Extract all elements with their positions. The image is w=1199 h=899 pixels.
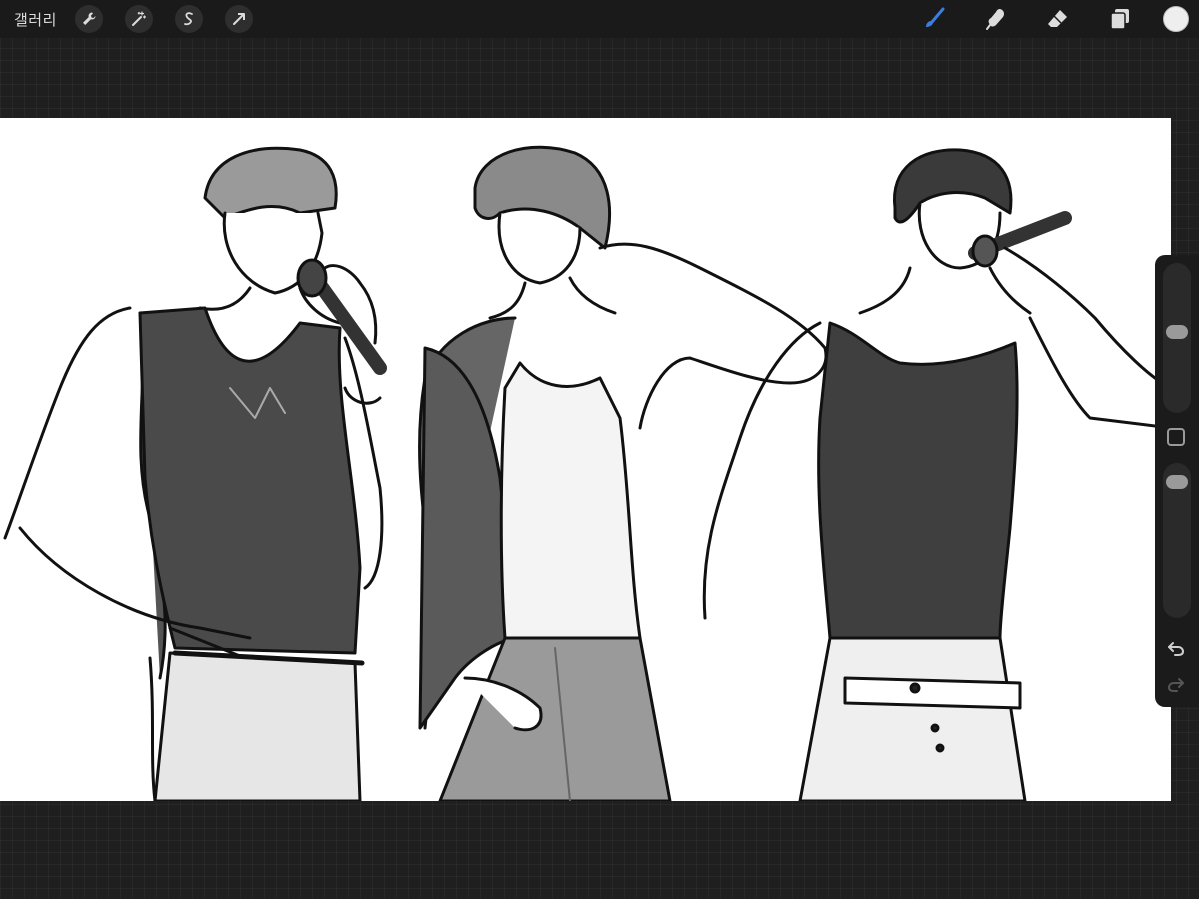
opacity-slider[interactable] xyxy=(1163,463,1191,618)
selection-icon xyxy=(184,12,193,26)
undo-icon xyxy=(1168,642,1185,656)
actions-button[interactable] xyxy=(74,5,103,33)
top-toolbar: 갤러리 xyxy=(0,0,1199,38)
drawing-canvas[interactable] xyxy=(0,118,1171,801)
brush-size-slider[interactable] xyxy=(1163,263,1191,413)
adjustments-button[interactable] xyxy=(124,5,153,33)
layers-button[interactable] xyxy=(1105,5,1135,33)
right-tool-group xyxy=(919,5,1189,33)
left-tool-group xyxy=(74,5,253,33)
undo-button[interactable] xyxy=(1164,636,1188,660)
side-toolbar xyxy=(1155,255,1199,707)
figure-left xyxy=(3,146,387,801)
brush-icon xyxy=(926,7,945,27)
magic-wand-icon xyxy=(131,11,147,26)
opacity-knob[interactable] xyxy=(1166,475,1188,489)
eraser-icon xyxy=(1048,10,1067,27)
redo-button[interactable] xyxy=(1164,672,1188,696)
eraser-button[interactable] xyxy=(1043,5,1073,33)
transform-button[interactable] xyxy=(224,5,253,33)
smudge-button[interactable] xyxy=(981,5,1011,33)
figure-middle xyxy=(418,145,828,801)
smudge-icon xyxy=(986,9,1004,30)
layers-icon xyxy=(1110,9,1129,30)
modify-square-icon[interactable] xyxy=(1167,428,1185,446)
transform-arrow-icon xyxy=(232,13,245,25)
selection-button[interactable] xyxy=(174,5,203,33)
artwork-image xyxy=(3,145,1171,801)
gallery-button[interactable]: 갤러리 xyxy=(14,9,57,30)
color-picker-button[interactable] xyxy=(1163,6,1189,32)
redo-icon xyxy=(1167,678,1184,692)
figure-right xyxy=(702,148,1171,801)
brush-button[interactable] xyxy=(919,5,949,33)
wrench-icon xyxy=(82,12,96,25)
brush-size-knob[interactable] xyxy=(1166,325,1188,339)
